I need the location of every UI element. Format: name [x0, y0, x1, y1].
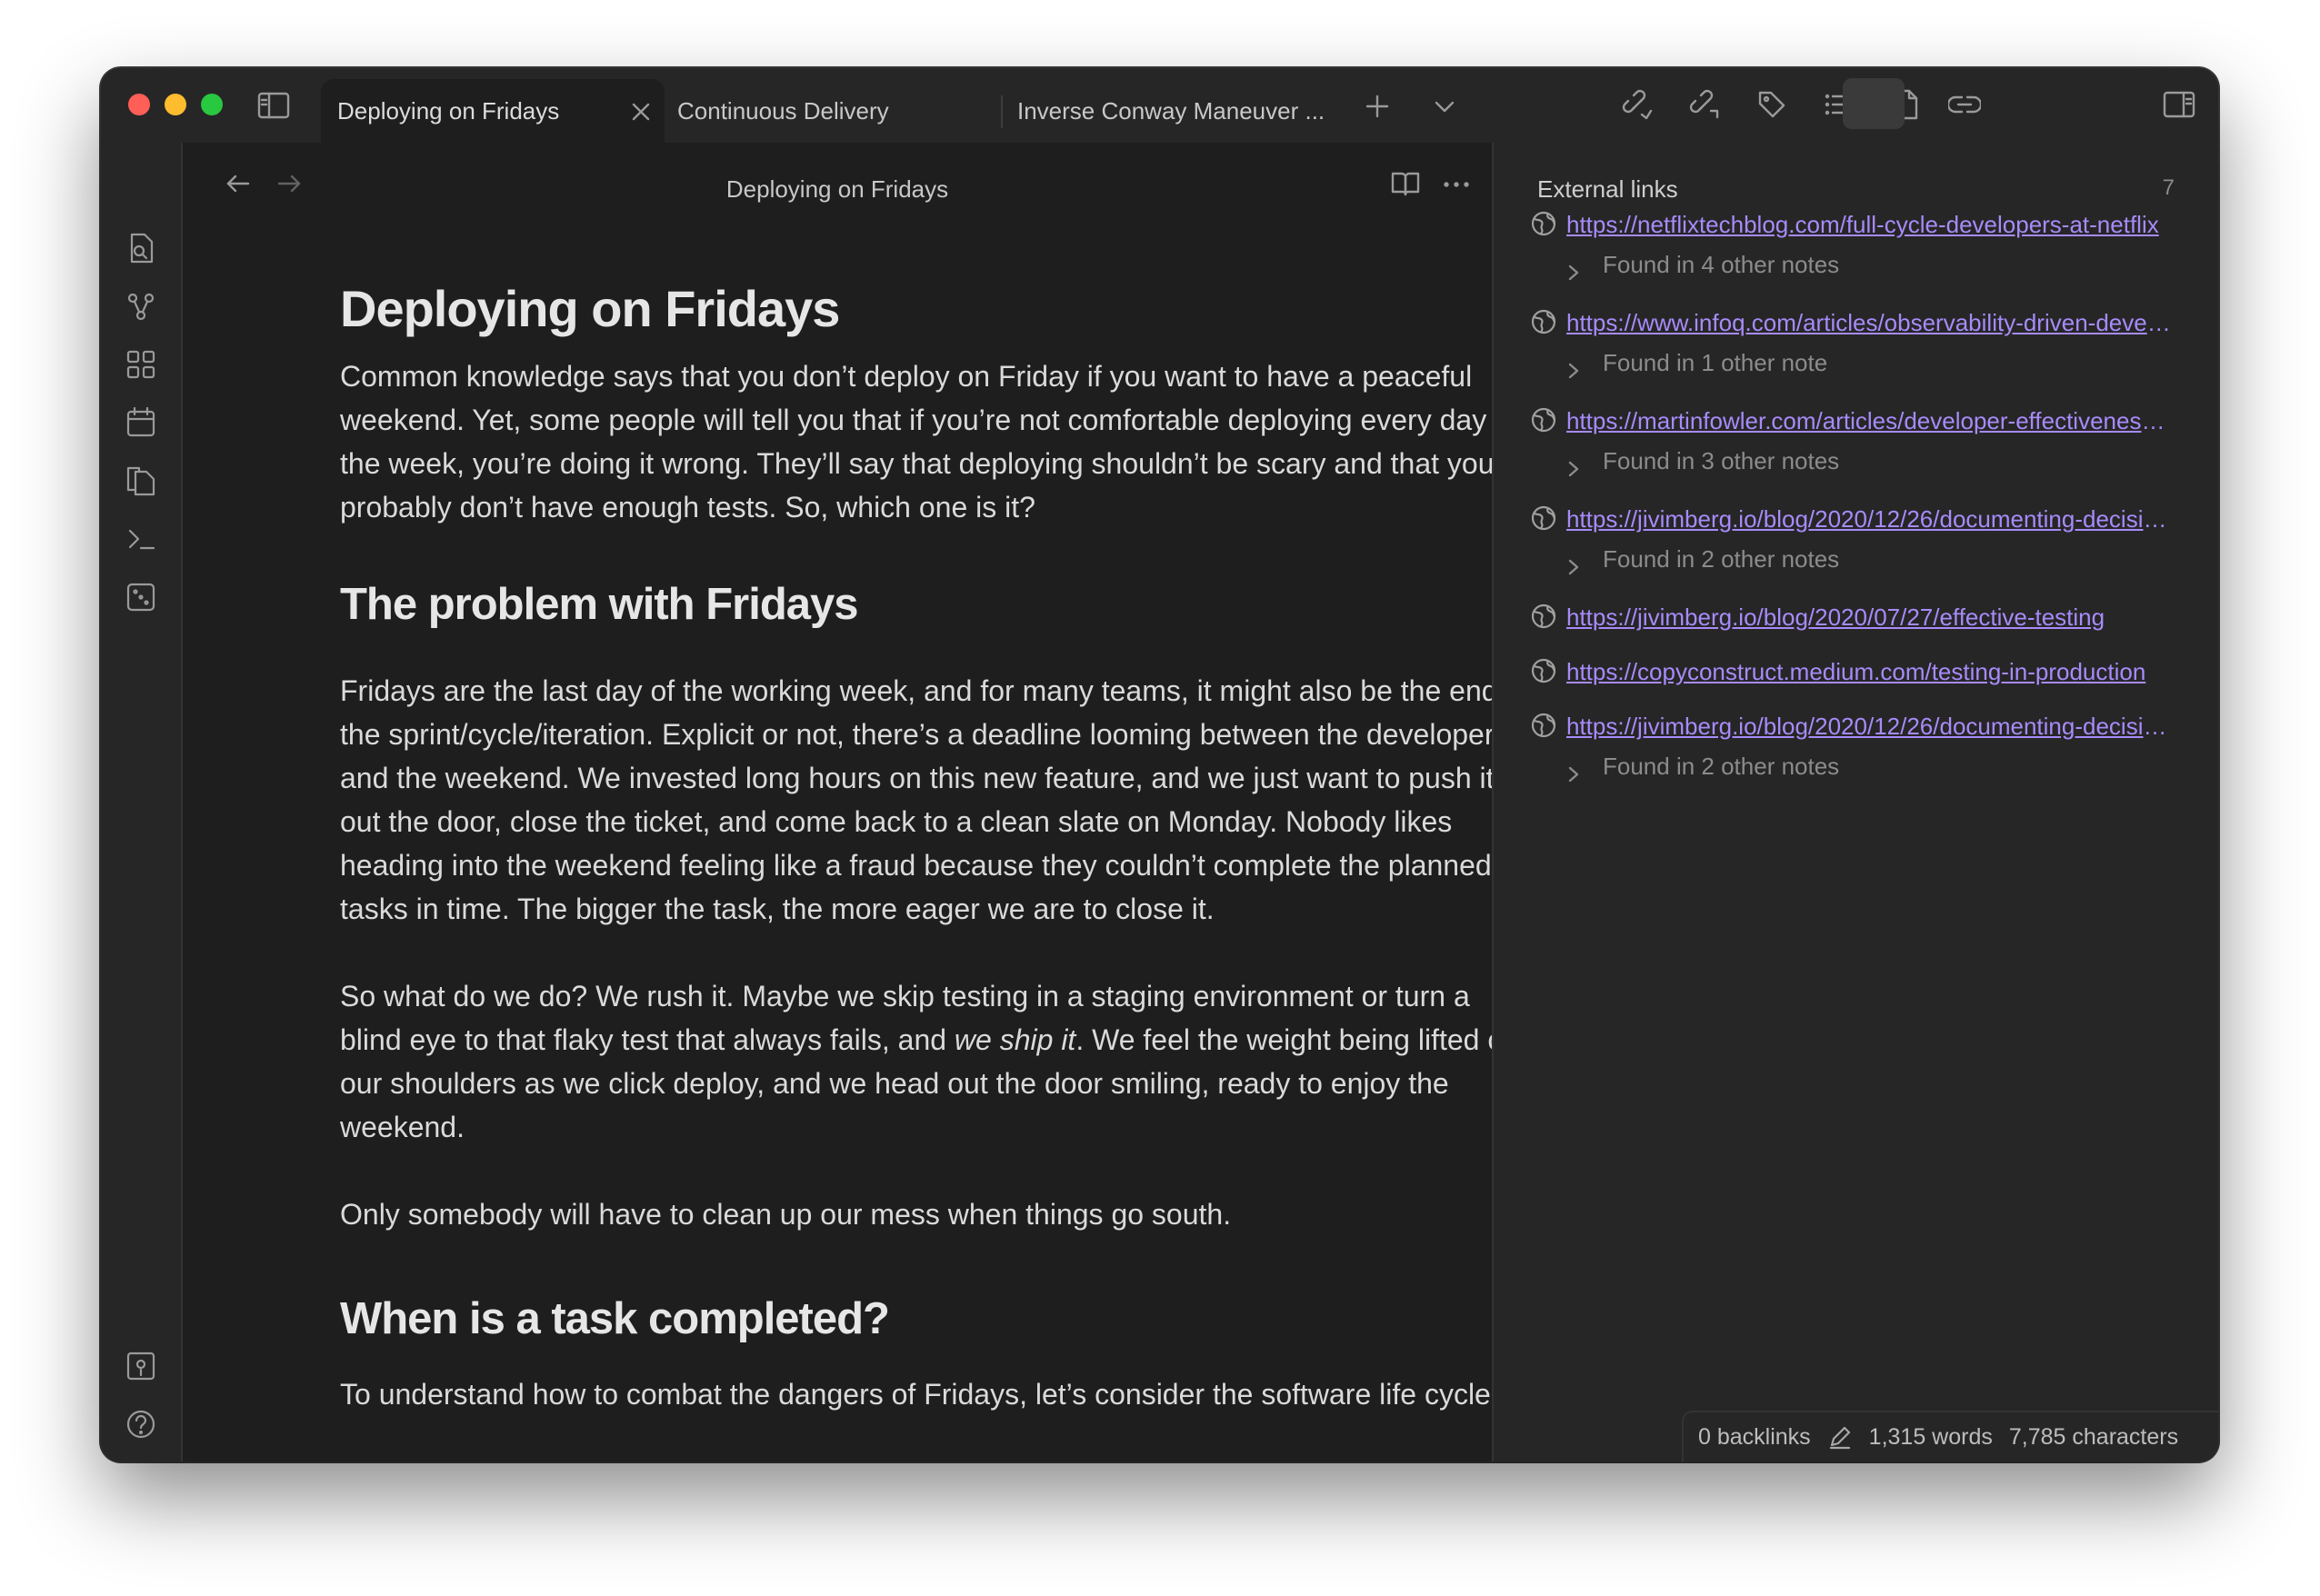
- daily-note-calendar-icon[interactable]: [125, 406, 157, 439]
- paragraph: Common knowledge says that you don’t dep…: [340, 360, 1492, 524]
- view-header-title: Deploying on Fridays: [725, 175, 949, 203]
- tab-divider: [1001, 95, 1003, 128]
- external-link-item[interactable]: https://www.infoq.com/articles/observabi…: [1530, 304, 2175, 341]
- paragraph-partial: To understand how to combat the dangers …: [340, 1378, 1491, 1411]
- globe-icon: [1530, 712, 1557, 739]
- toggle-right-sidebar-icon[interactable]: [2159, 86, 2199, 123]
- external-link-item[interactable]: https://copyconstruct.medium.com/testing…: [1530, 653, 2175, 690]
- link-count: 7: [2162, 175, 2175, 200]
- note-title-heading: Deploying on Fridays: [340, 280, 840, 337]
- link-url[interactable]: https://jivimberg.io/blog/2020/12/26/doc…: [1566, 501, 2175, 537]
- paragraph: So what do we do? We rush it. Maybe we s…: [340, 974, 1492, 1149]
- note-content[interactable]: Deploying on Fridays Common knowledge sa…: [340, 273, 1492, 1416]
- more-options-icon[interactable]: [1443, 177, 1470, 194]
- chevron-right-icon: [1566, 757, 1581, 793]
- paragraph: Fridays are the last day of the working …: [340, 674, 1492, 925]
- toggle-left-sidebar-icon[interactable]: [255, 88, 292, 123]
- external-link-item[interactable]: https://jivimberg.io/blog/2020/12/26/doc…: [1530, 501, 2175, 537]
- reading-view-book-icon[interactable]: [1390, 170, 1421, 202]
- link-url[interactable]: https://copyconstruct.medium.com/testing…: [1566, 653, 2175, 690]
- chevron-right-icon: [1566, 255, 1581, 292]
- tab-deploying-on-fridays[interactable]: Deploying on Fridays: [321, 79, 665, 143]
- link-url[interactable]: https://jivimberg.io/blog/2020/12/26/doc…: [1566, 708, 2175, 744]
- backlinks-count[interactable]: 0 backlinks: [1698, 1424, 1811, 1451]
- app-window: Deploying on Fridays Continuous Delivery…: [101, 68, 2218, 1461]
- editor-pane: Deploying on Fridays Deploying on Friday…: [183, 143, 1492, 1461]
- edit-mode-pencil-icon[interactable]: [1827, 1424, 1853, 1450]
- globe-icon: [1530, 210, 1557, 237]
- found-in-text: Found in 4 other notes: [1603, 251, 1840, 278]
- status-bar: 0 backlinks 1,315 words 7,785 characters: [1682, 1411, 2218, 1461]
- outgoing-links-icon[interactable]: [1686, 86, 1723, 123]
- scroll-fade: [183, 1434, 1492, 1461]
- left-ribbon: [101, 143, 183, 1461]
- external-link-item[interactable]: https://jivimberg.io/blog/2020/12/26/doc…: [1530, 708, 2175, 744]
- tab-bar: Deploying on Fridays Continuous Delivery…: [101, 68, 2218, 143]
- new-tab-icon[interactable]: [1361, 90, 1394, 123]
- found-in-text: Found in 2 other notes: [1603, 545, 1840, 573]
- tab-list-chevron-down-icon[interactable]: [1428, 90, 1461, 123]
- character-count: 7,785 characters: [2008, 1423, 2179, 1450]
- globe-icon: [1530, 504, 1557, 532]
- emphasis-text: we ship it: [954, 1023, 1076, 1056]
- tab-label: Inverse Conway Maneuver ...: [1017, 96, 1325, 125]
- link-url[interactable]: https://www.infoq.com/articles/observabi…: [1566, 304, 2175, 341]
- link-url[interactable]: https://netflixtechblog.com/full-cycle-d…: [1566, 206, 2175, 243]
- vault-switcher-icon[interactable]: [125, 1350, 157, 1382]
- globe-icon: [1530, 406, 1557, 434]
- quick-switcher-icon[interactable]: [125, 232, 157, 264]
- tab-label: Continuous Delivery: [677, 96, 889, 125]
- external-links-panel: External links 7 https://netflixtechblog…: [1492, 143, 2218, 1461]
- section-heading: The problem with Fridays: [340, 580, 859, 629]
- word-count: 1,315 words: [1868, 1423, 1993, 1450]
- minimize-window-button[interactable]: [165, 94, 186, 115]
- templates-copy-icon[interactable]: [125, 464, 157, 497]
- tab-inverse-conway-maneuver[interactable]: Inverse Conway Maneuver ...: [1017, 79, 1345, 143]
- canvas-grid-icon[interactable]: [125, 348, 157, 381]
- globe-icon: [1530, 603, 1557, 630]
- chevron-right-icon: [1566, 550, 1581, 586]
- maximize-window-button[interactable]: [201, 94, 223, 115]
- section-heading: When is a task completed?: [340, 1294, 890, 1343]
- globe-icon: [1530, 657, 1557, 684]
- found-in-text: Found in 3 other notes: [1603, 447, 1840, 474]
- close-window-button[interactable]: [128, 94, 150, 115]
- help-icon[interactable]: [125, 1408, 157, 1441]
- external-link-item[interactable]: https://netflixtechblog.com/full-cycle-d…: [1530, 206, 2175, 243]
- link-url[interactable]: https://jivimberg.io/blog/2020/07/27/eff…: [1566, 599, 2175, 635]
- graph-view-icon[interactable]: [125, 290, 157, 323]
- chevron-right-icon: [1566, 354, 1581, 390]
- external-links-icon[interactable]: [1946, 86, 1983, 123]
- active-panel-highlight: [1843, 78, 1905, 129]
- found-in-text: Found in 1 other note: [1603, 349, 1828, 376]
- globe-icon: [1530, 308, 1557, 335]
- external-link-item[interactable]: https://martinfowler.com/articles/develo…: [1530, 403, 2175, 439]
- panel-title: External links: [1537, 175, 1678, 203]
- random-note-dice-icon[interactable]: [125, 581, 157, 613]
- paragraph: Only somebody will have to clean up our …: [340, 1198, 1232, 1231]
- found-in-text: Found in 2 other notes: [1603, 753, 1840, 780]
- tab-continuous-delivery[interactable]: Continuous Delivery: [677, 79, 1005, 143]
- external-link-item[interactable]: https://jivimberg.io/blog/2020/07/27/eff…: [1530, 599, 2175, 635]
- link-url[interactable]: https://martinfowler.com/articles/develo…: [1566, 403, 2175, 439]
- backlinks-icon[interactable]: [1619, 86, 1655, 123]
- close-tab-icon[interactable]: [626, 97, 655, 126]
- tab-label: Deploying on Fridays: [337, 96, 560, 125]
- command-palette-terminal-icon[interactable]: [125, 523, 157, 555]
- tags-icon[interactable]: [1754, 86, 1790, 123]
- chevron-right-icon: [1566, 452, 1581, 488]
